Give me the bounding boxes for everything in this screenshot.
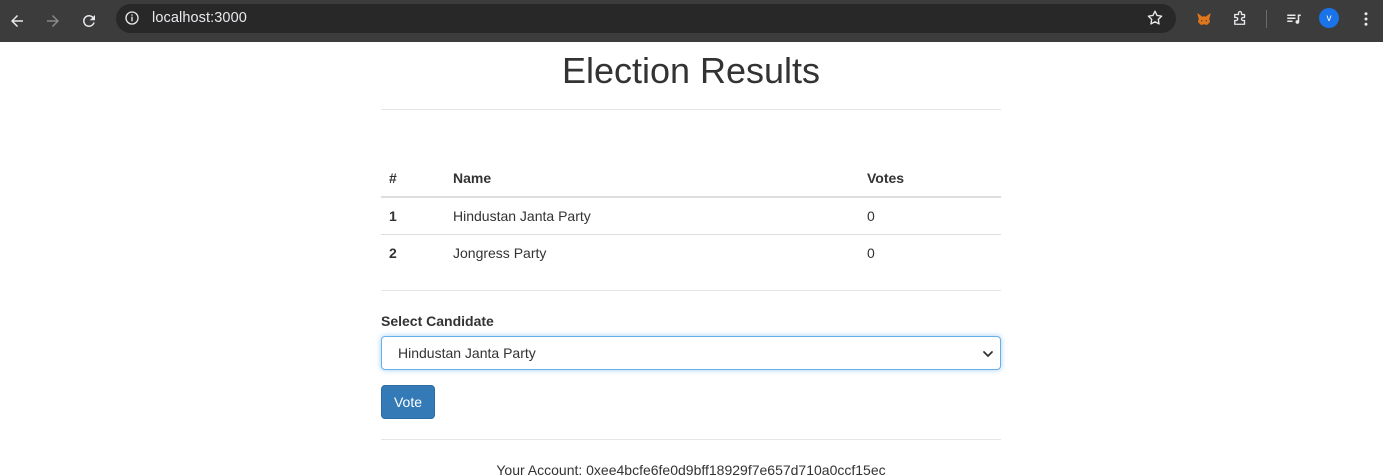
column-header-number: # (381, 160, 445, 198)
queue-music-icon (1287, 14, 1301, 24)
table-row: 2 Jongress Party 0 (381, 233, 1001, 271)
candidate-id: 1 (389, 207, 397, 224)
arrow-right-icon (47, 15, 59, 27)
candidate-votes: 0 (867, 207, 875, 224)
fox-icon (1197, 13, 1211, 25)
column-header-votes: Votes (859, 160, 1001, 198)
main-container: Election Results # Name Votes 1 Hindusta… (381, 42, 1001, 475)
bookmark-star-icon[interactable] (1146, 9, 1164, 27)
table-header-row: # Name Votes (381, 160, 1001, 198)
browser-toolbar: localhost:3000 v (0, 0, 1383, 42)
profile-avatar[interactable]: v (1319, 8, 1339, 28)
site-info-icon[interactable] (124, 10, 140, 26)
reload-icon (83, 14, 95, 27)
form-divider (381, 439, 1001, 440)
candidate-name: Jongress Party (445, 233, 859, 271)
forward-button[interactable] (40, 8, 66, 34)
candidate-votes: 0 (859, 233, 1001, 271)
selected-candidate: Hindustan Janta Party (398, 345, 536, 361)
select-candidate-label: Select Candidate (381, 313, 494, 329)
more-vert-icon (1364, 12, 1368, 26)
chevron-down-icon (983, 351, 993, 357)
table-divider (381, 290, 1001, 291)
back-button[interactable] (4, 8, 30, 34)
url-text: localhost:3000 (152, 10, 247, 26)
candidate-name: Hindustan Janta Party (453, 207, 591, 224)
account-address: Your Account: 0xee4bcfe6fe0d9bff18929f7e… (496, 462, 886, 475)
toolbar-divider (1266, 10, 1267, 28)
reload-button[interactable] (76, 8, 102, 34)
candidate-select[interactable]: Hindustan Janta Party (381, 336, 1001, 370)
candidate-id: 2 (381, 233, 445, 271)
vote-button[interactable]: Vote (381, 385, 435, 419)
results-table: # Name Votes 1 Hindustan Janta Party 0 2… (381, 160, 1001, 271)
extensions-button[interactable] (1229, 8, 1251, 30)
page-title: Election Results (561, 50, 821, 91)
address-bar[interactable]: localhost:3000 (116, 4, 1176, 33)
media-control-button[interactable] (1283, 8, 1305, 30)
puzzle-icon (1234, 10, 1246, 25)
browser-menu-button[interactable] (1355, 8, 1377, 30)
metamask-extension-button[interactable] (1193, 8, 1215, 30)
arrow-left-icon (11, 15, 23, 27)
title-divider (381, 109, 1001, 110)
table-row: 1 Hindustan Janta Party 0 (381, 197, 1001, 234)
column-header-name: Name (445, 160, 859, 198)
